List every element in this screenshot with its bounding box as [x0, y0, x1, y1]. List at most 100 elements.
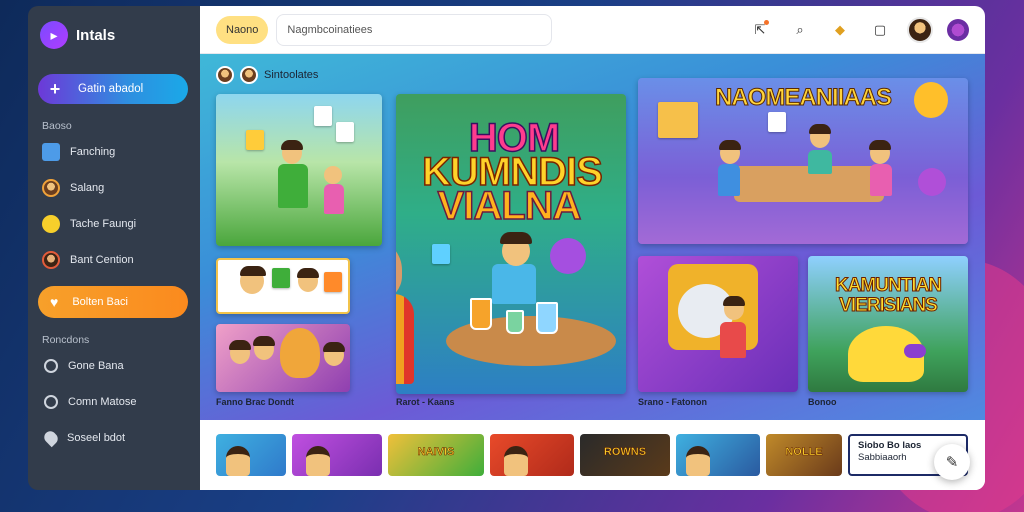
notification-icon[interactable]: ⇱ [747, 17, 773, 43]
profile-badge-icon[interactable] [947, 18, 969, 41]
filter-chip[interactable]: Naono [216, 15, 269, 44]
glass-icon [470, 298, 492, 330]
figure [396, 294, 414, 384]
figure [323, 342, 345, 352]
figure [253, 336, 275, 346]
figure [229, 340, 251, 350]
card-sticker [272, 268, 290, 288]
content-card-characters[interactable] [216, 258, 350, 314]
thumbnail[interactable]: NAIVIS [388, 434, 484, 476]
thumbnail-title: ROWNS [603, 446, 647, 459]
avatar-icon [42, 251, 60, 269]
sidebar-item-soseel-bdot[interactable]: Soseel bdot [38, 422, 190, 454]
sidebar-section-label: Roncdons [42, 334, 90, 346]
featured-card[interactable]: NAOMEANIIAAS [638, 78, 968, 244]
tool-icon: ✎ [945, 454, 959, 471]
content-card-robot[interactable] [638, 256, 798, 392]
create-button-label: Gatin abadol [78, 83, 144, 95]
bag-icon[interactable]: ▢ [867, 17, 893, 43]
breadcrumb-label: Sintoolates [264, 69, 319, 81]
figure [808, 150, 832, 174]
content-card-park[interactable] [216, 94, 382, 246]
thumbnail[interactable]: NOLLE [766, 434, 842, 476]
avatar-icon [240, 66, 258, 84]
card-caption: Rarot - Kaans [396, 397, 455, 407]
search-input[interactable]: Nagmbcoinatiees [276, 13, 553, 46]
figure [870, 164, 892, 196]
floating-action-button[interactable]: ✎ [934, 444, 970, 480]
glass-icon [536, 302, 558, 334]
sidebar-item-label: Tache Faungi [70, 218, 137, 230]
app-name: Intals [76, 26, 116, 44]
pin-icon [41, 428, 61, 448]
figure [240, 266, 266, 276]
sidebar-item-label: Comn Matose [68, 396, 137, 408]
thumbnail[interactable]: ROWNS [580, 434, 670, 476]
figure [278, 164, 308, 208]
figure [720, 322, 746, 358]
figure [719, 140, 741, 150]
sidebar-item-label: Gone Bana [68, 360, 124, 372]
circle-outline-icon [44, 359, 58, 373]
figure [809, 124, 831, 134]
circle-outline-icon [44, 395, 58, 409]
sidebar-item-label: Bolten Baci [72, 296, 128, 308]
sidebar-item-tache-faungi[interactable]: Tache Faungi [38, 208, 190, 240]
card-caption: Bonoo [808, 397, 837, 407]
app-logo[interactable]: ▸ Intals [38, 14, 190, 56]
thumbnail[interactable] [490, 434, 574, 476]
sidebar-section-label: Baoso [42, 120, 72, 132]
thumbnail-title: NOLLE [785, 446, 823, 459]
tile-title: KAMUNTIAN [834, 275, 942, 296]
avatar[interactable] [907, 16, 933, 43]
card-caption: Srano - Fatonon [638, 397, 707, 407]
tile-title: VIERISIANS [839, 295, 939, 316]
avatar-icon [42, 179, 60, 197]
sidebar-item-label: Fanching [70, 146, 116, 158]
figure [281, 140, 303, 150]
figure [504, 446, 528, 476]
sidebar: ▸ Intals + Gatin abadol Baoso Fanching S… [28, 6, 200, 490]
content-card-lion[interactable] [216, 324, 350, 392]
card-sticker [324, 272, 342, 292]
sidebar-item-salang[interactable]: Salang [38, 172, 190, 204]
figure [869, 140, 891, 150]
thumbnail[interactable] [216, 434, 286, 476]
figure [904, 344, 926, 358]
content-card-creature[interactable]: KAMUNTIAN VIERISIANS [808, 256, 968, 392]
plus-icon: + [49, 79, 61, 99]
figure [226, 446, 250, 476]
thumbnail[interactable] [676, 434, 760, 476]
figure [686, 446, 710, 476]
figure [324, 184, 344, 214]
notification-dot [764, 19, 769, 25]
hero-title: VIALNA [437, 184, 582, 228]
figure [492, 264, 536, 304]
book-icon [42, 143, 60, 161]
top-icons: ⇱ ⌕ ◆ ▢ [747, 16, 969, 43]
thumbnail[interactable] [292, 434, 382, 476]
figure [723, 296, 745, 306]
search-icon[interactable]: ⌕ [787, 17, 813, 43]
sidebar-item-active[interactable]: ♥ Bolten Baci [38, 286, 188, 318]
sidebar-item-gone-bana[interactable]: Gone Bana [38, 350, 190, 382]
logo-icon: ▸ [40, 21, 68, 49]
thumbnail-strip: NAIVIS ROWNS NOLLE Siobo Bo laos Sabbiaa… [200, 420, 985, 490]
figure [396, 240, 402, 300]
card-sticker [432, 244, 450, 264]
content-area: Sintoolates Fanno Brac Dondt HOM KUMNDIS… [200, 54, 985, 420]
sidebar-item-comn-matose[interactable]: Comn Matose [38, 386, 190, 418]
hero-card[interactable]: HOM KUMNDIS VIALNA [396, 94, 626, 394]
figure [306, 446, 330, 476]
glass-icon [506, 310, 524, 334]
figure [324, 166, 342, 184]
avatar-icon [216, 66, 234, 84]
create-button[interactable]: + Gatin abadol [38, 74, 188, 104]
heart-icon: ♥ [50, 294, 59, 310]
card-sticker [336, 122, 354, 142]
card-sticker [768, 112, 786, 132]
sidebar-item-bant-cention[interactable]: Bant Cention [38, 244, 190, 276]
smiley-icon [42, 215, 60, 233]
diamond-icon[interactable]: ◆ [827, 17, 853, 43]
sidebar-item-fanching[interactable]: Fanching [38, 136, 190, 168]
